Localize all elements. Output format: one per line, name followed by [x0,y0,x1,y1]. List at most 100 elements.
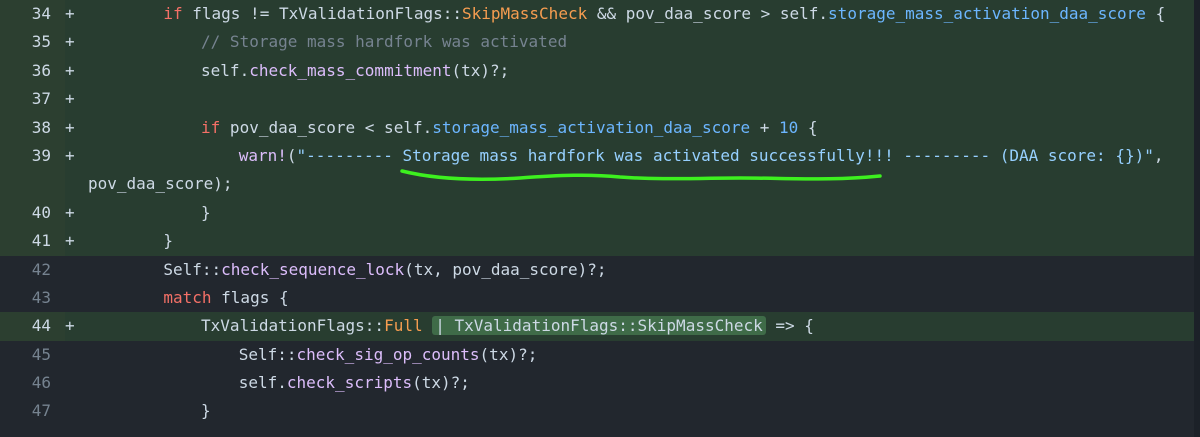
gutter-gap [57,113,65,142]
code-token: if [163,4,183,23]
code-cell: match flags { [88,283,1200,313]
code-token: } [201,401,211,421]
diff-sign [65,340,88,370]
added-line: 44 + TxValidationFlags::Full | TxValidatio… [0,312,1200,341]
code-line: if flags != TxValidationFlags::SkipMassC… [163,0,1165,28]
code-cell: if pov_daa_score < self.storage_mass_act… [88,113,1200,142]
code-token: (tx)?; [451,60,510,80]
code-cell: warn!("--------- Storage mass hardfork w… [88,141,1200,199]
code-cell: } [88,397,1200,426]
code-line: self.check_scripts(tx)?; [239,369,470,397]
added-line: 37 + [0,85,1200,114]
diff-sign: + [65,56,88,86]
code-token: self. [201,60,250,80]
line-number[interactable]: 37 [0,85,57,114]
code-token: check_mass_commitment [249,60,452,80]
code-token: , [1153,145,1164,165]
code-cell: self.check_scripts(tx)?; [88,369,1200,398]
scroll-edge [1194,0,1200,437]
code-token: (tx, pov_daa_score)?; [404,259,607,279]
code-line: TxValidationFlags::Full | TxValidationFl… [201,312,814,340]
diff-sign [65,283,88,313]
code-cell: if flags != TxValidationFlags::SkipMassC… [88,0,1200,29]
added-line: 35 + // Storage mass hardfork was activate… [0,28,1200,57]
added-line: 39 + warn!("--------- Storage mass hardfor… [0,141,1200,199]
gutter-gap [57,28,65,57]
diff-sign [65,255,88,284]
code-token: (tx)?; [412,373,470,393]
code-line: if pov_daa_score < self.storage_mass_act… [201,114,818,142]
gutter-gap [57,340,65,370]
diff-sign [65,369,88,398]
code-token: ( [286,145,297,165]
line-number[interactable]: 45 [0,340,57,370]
code-cell: Self::check_sequence_lock(tx, pov_daa_sc… [88,255,1200,284]
line-number[interactable]: 44 [0,312,57,341]
diff-sign: + [65,198,88,228]
diff-sign: + [65,312,88,341]
line-number[interactable]: 42 [0,255,57,284]
line-number[interactable]: 40 [0,198,57,228]
code-line: } [163,227,173,255]
added-line: 41 +} [0,227,1200,256]
code-token: // Storage mass hardfork was activated [201,32,568,52]
code-token: + [750,117,780,137]
context-line: 42 Self::check_sequence_lock(tx, pov_daa_… [0,255,1200,284]
diff-view: 34+ if flags != TxValidationFlags::SkipMa… [0,0,1200,426]
diff-sign: + [65,85,88,114]
diff-highlight-token: | TxValidationFlags::SkipMassCheck [432,316,766,336]
code-token: Full [384,316,423,336]
line-number[interactable]: 46 [0,369,57,398]
code-token: (tx)?; [479,344,538,364]
line-number[interactable]: 47 [0,397,57,426]
code-line: warn!("--------- Storage mass hardfork w… [239,142,1164,170]
line-number[interactable]: 38 [0,113,57,142]
gutter-gap [57,312,65,341]
gutter-gap [57,227,65,256]
code-token: storage_mass_activation_daa_score [828,4,1146,23]
code-token: pov_daa_score < self. [220,117,433,137]
code-token: check_sequence_lock [221,259,405,279]
code-token: } [201,202,211,222]
diff-sign: + [65,227,88,256]
line-number[interactable]: 43 [0,283,57,313]
code-token: Self:: [163,259,222,279]
code-cell: self.check_mass_commitment(tx)?; [88,56,1200,86]
gutter-gap [57,369,65,398]
code-token: warn! [238,145,287,165]
code-line: match flags { [163,284,288,312]
line-number[interactable]: 39 [0,141,57,199]
code-line: } [201,199,211,227]
code-token: match [163,287,212,307]
gutter-gap [57,283,65,313]
code-token: "--------- Storage mass hardfork was act… [296,145,1154,165]
line-number[interactable]: 35 [0,28,57,57]
code-line: } [201,397,211,425]
gutter-gap [57,141,65,199]
code-line: // Storage mass hardfork was activated [201,28,567,56]
gutter-gap [57,56,65,86]
diff-sign [65,397,88,426]
added-line: 34 + if flags != TxValidationFlags::SkipMa… [0,0,1200,29]
line-number[interactable]: 36 [0,56,57,86]
code-cell: } [88,227,1200,256]
code-cell [88,85,1200,114]
code-line: Self::check_sequence_lock(tx, pov_daa_sc… [163,256,606,284]
code-token: check_scripts [286,373,413,393]
gutter-gap [57,0,65,29]
line-number[interactable]: 41 [0,227,57,256]
context-line: 45 Self::check_sig_op_counts(tx)?; [0,340,1200,370]
diff-sign: + [65,113,88,142]
code-token: self. [238,373,287,393]
diff-sign: + [65,28,88,57]
code-token: { [1145,4,1166,23]
code-token: 10 [779,117,799,137]
code-cell: // Storage mass hardfork was activated [88,28,1200,57]
line-number[interactable]: 34 [0,0,57,29]
code-line: Self::check_sig_op_counts(tx)?; [239,341,538,369]
code-cell: TxValidationFlags::Full | TxValidationFl… [88,312,1200,341]
code-token: && pov_daa_score > self. [587,4,829,23]
code-cell: Self::check_sig_op_counts(tx)?; [88,340,1200,370]
code-token: if [201,117,221,137]
